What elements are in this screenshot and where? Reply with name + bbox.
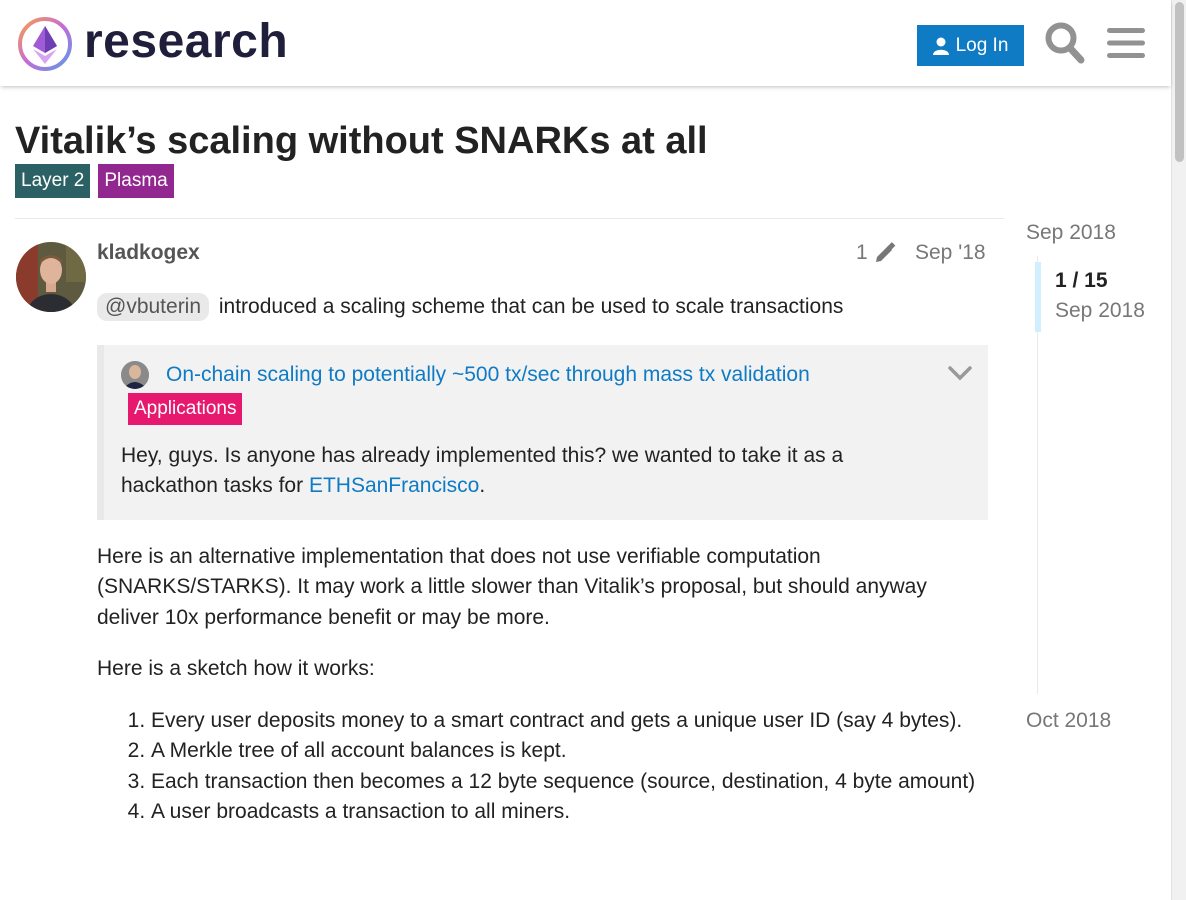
list-item: Every user deposits money to a smart con… <box>151 706 988 737</box>
ethereum-research-logo-icon[interactable] <box>17 16 73 72</box>
edit-count: 1 <box>856 241 868 264</box>
timeline-scroller-handle[interactable] <box>1035 262 1041 332</box>
post-author-username[interactable]: kladkogex <box>97 240 200 266</box>
quoted-author-avatar[interactable] <box>121 360 149 389</box>
topic-divider <box>15 218 1004 219</box>
tag-layer-2[interactable]: Layer 2 <box>15 164 91 198</box>
list-item: A user broadcasts a transaction to all m… <box>151 797 988 828</box>
tag-applications[interactable]: Applications <box>128 392 243 425</box>
post-body: @vbuterin introduced a scaling scheme th… <box>97 292 988 828</box>
page-scrollbar[interactable] <box>1171 0 1186 900</box>
list-item: A Merkle tree of all account balances is… <box>151 736 988 767</box>
search-icon[interactable] <box>1045 22 1085 64</box>
post-intro: @vbuterin introduced a scaling scheme th… <box>97 292 988 323</box>
list-item: Each transaction then becomes a 12 byte … <box>151 767 988 798</box>
ethsanfrancisco-link[interactable]: ETHSanFrancisco <box>309 474 479 497</box>
intro-text: introduced a scaling scheme that can be … <box>218 295 844 318</box>
quote-end: . <box>479 474 486 497</box>
timeline-current-date: Sep 2018 <box>1055 299 1145 322</box>
topic-tags: Layer 2 Plasma <box>15 164 174 198</box>
timeline-start-date[interactable]: Sep 2018 <box>1026 220 1116 246</box>
user-icon <box>932 37 949 55</box>
post-paragraph-1: Here is an alternative implementation th… <box>97 544 927 629</box>
timeline-post-position: 1 / 15 <box>1055 269 1108 292</box>
user-mention[interactable]: @vbuterin <box>97 293 210 321</box>
log-in-button[interactable]: Log In <box>917 25 1024 66</box>
post-paragraph-2: Here is a sketch how it works: <box>97 657 375 680</box>
pencil-icon <box>875 242 896 262</box>
post-date[interactable]: Sep '18 <box>915 240 986 266</box>
topic-title[interactable]: Vitalik’s scaling without SNARKs at all <box>15 118 708 164</box>
chevron-down-icon[interactable] <box>948 365 972 381</box>
quoted-text: Hey, guys. Is anyone has already impleme… <box>121 441 921 502</box>
quoted-topic-link[interactable]: On-chain scaling to potentially ~500 tx/… <box>166 361 810 389</box>
hamburger-menu-icon[interactable] <box>1107 26 1145 60</box>
scrollbar-thumb[interactable] <box>1175 2 1184 162</box>
quoted-topic-onebox: On-chain scaling to potentially ~500 tx/… <box>97 344 988 520</box>
site-logo-text[interactable]: research <box>84 14 288 70</box>
user-avatar[interactable] <box>16 242 86 312</box>
post-edit-history[interactable]: 1 <box>856 240 896 266</box>
tag-plasma[interactable]: Plasma <box>98 164 174 198</box>
log-in-label: Log In <box>955 34 1009 56</box>
site-header: research Log In <box>0 0 1171 86</box>
timeline-end-date[interactable]: Oct 2018 <box>1026 708 1111 734</box>
steps-list: Every user deposits money to a smart con… <box>97 706 988 828</box>
